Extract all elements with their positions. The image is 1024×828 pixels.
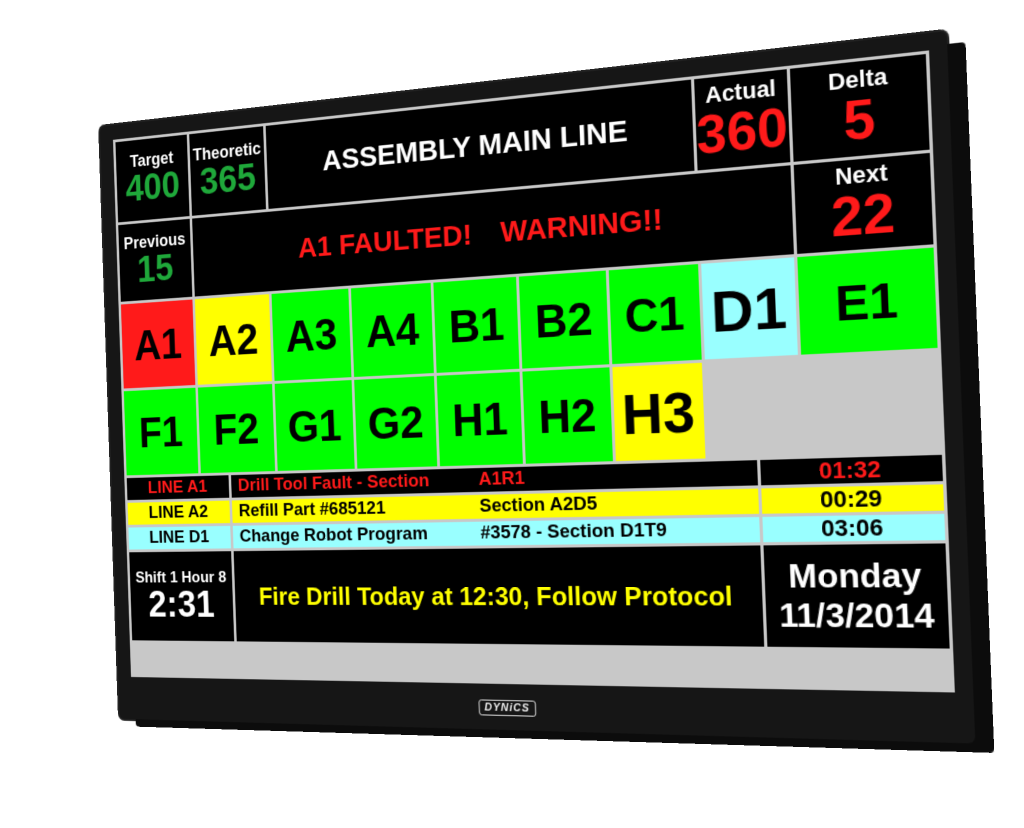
station-tile: B2 bbox=[519, 270, 609, 369]
brand-logo: DYNiCS bbox=[478, 699, 536, 717]
station-tile: H2 bbox=[522, 367, 613, 464]
message-timer: 03:06 bbox=[762, 513, 946, 543]
shift-time: 2:31 bbox=[147, 583, 216, 625]
target-value: 400 bbox=[124, 164, 181, 210]
station-tile: A1 bbox=[120, 299, 196, 389]
actual-value: 360 bbox=[695, 96, 790, 166]
shift-panel: Shift 1 Hour 8 2:31 bbox=[129, 551, 235, 642]
theoretic-value: 365 bbox=[199, 156, 257, 203]
message-line: LINE D1 bbox=[128, 525, 231, 550]
station-tile: D1 bbox=[700, 257, 798, 360]
date-panel: Monday 11/3/2014 bbox=[763, 543, 950, 649]
footer-row: Shift 1 Hour 8 2:31 Fire Drill Today at … bbox=[129, 543, 950, 649]
andon-display: Target 400 Theoretic 365 ASSEMBLY MAIN L… bbox=[112, 50, 955, 693]
station-tile: A4 bbox=[351, 282, 435, 378]
message-description: Refill Part #685121 bbox=[238, 497, 386, 522]
message-timer: 00:29 bbox=[761, 484, 945, 514]
station-tile: H3 bbox=[611, 362, 706, 462]
message-timer: 01:32 bbox=[760, 454, 943, 486]
alert-text: A1 FAULTED! bbox=[297, 218, 473, 265]
message-description: Drill Tool Fault - Section bbox=[237, 470, 430, 496]
delta-panel: Delta 5 bbox=[789, 54, 930, 162]
stage: Target 400 Theoretic 365 ASSEMBLY MAIN L… bbox=[0, 0, 1024, 828]
station-tile: A3 bbox=[271, 288, 352, 381]
message-text: Change Robot Program #3578 - Section D1T… bbox=[232, 516, 761, 549]
day-of-week: Monday bbox=[787, 555, 923, 596]
message-detail: Section A2D5 bbox=[479, 493, 598, 517]
shift-label: Shift 1 Hour 8 bbox=[135, 567, 227, 586]
message-description: Change Robot Program bbox=[239, 523, 429, 547]
station-tile: G1 bbox=[274, 380, 355, 471]
station-tile: F2 bbox=[197, 383, 276, 474]
delta-value: 5 bbox=[841, 87, 877, 153]
station-tile: F1 bbox=[123, 387, 199, 476]
station-tile: B1 bbox=[433, 276, 520, 373]
previous-panel: Previous 15 bbox=[118, 218, 193, 302]
message-line: LINE A2 bbox=[127, 500, 230, 525]
next-value: 22 bbox=[829, 181, 897, 250]
message-line: LINE A1 bbox=[126, 475, 230, 501]
theoretic-panel: Theoretic 365 bbox=[189, 126, 267, 216]
actual-panel: Actual 360 bbox=[693, 69, 790, 171]
station-tile: H1 bbox=[437, 371, 524, 467]
previous-value: 15 bbox=[136, 247, 175, 291]
station-tile: C1 bbox=[608, 264, 702, 365]
notice-banner: Fire Drill Today at 12:30, Follow Protoc… bbox=[233, 545, 765, 647]
message-detail: #3578 - Section D1T9 bbox=[480, 519, 668, 544]
station-tile: A2 bbox=[194, 294, 273, 385]
monitor-bezel: Target 400 Theoretic 365 ASSEMBLY MAIN L… bbox=[99, 30, 976, 744]
warning-text: WARNING!! bbox=[499, 202, 664, 249]
next-panel: Next 22 bbox=[793, 152, 934, 254]
station-tile: G2 bbox=[354, 375, 438, 469]
station-tile: E1 bbox=[796, 247, 938, 355]
message-detail: A1R1 bbox=[478, 467, 526, 490]
calendar-date: 11/3/2014 bbox=[778, 595, 936, 636]
target-panel: Target 400 bbox=[115, 134, 190, 223]
